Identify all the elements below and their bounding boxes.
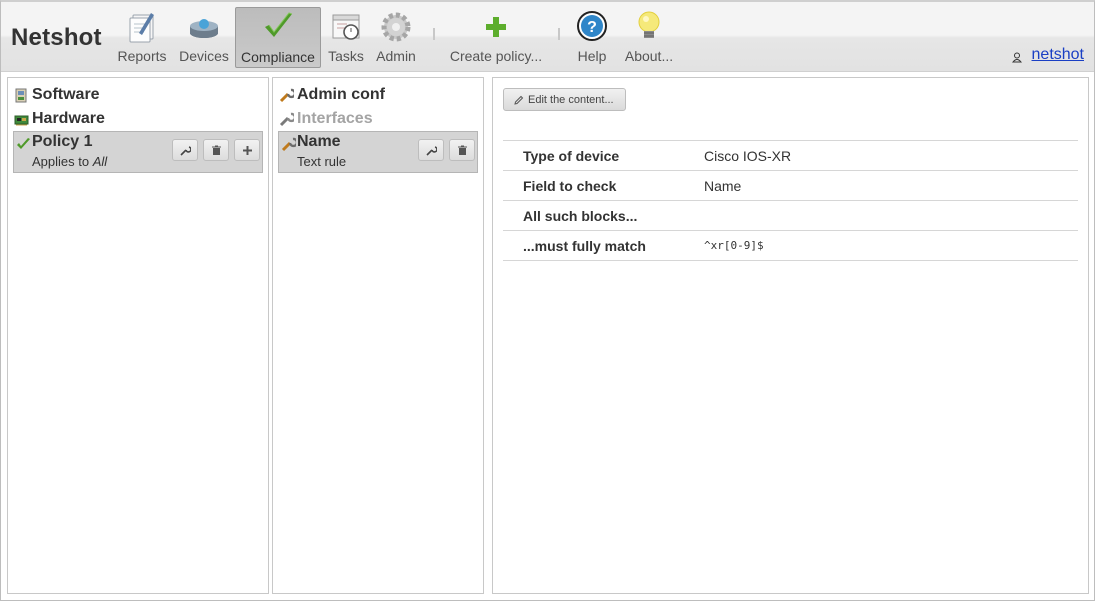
policy-item-hardware[interactable]: Hardware bbox=[8, 107, 268, 131]
rule-subtitle: Text rule bbox=[297, 154, 347, 169]
pencil-icon bbox=[514, 95, 524, 105]
app-title: Netshot bbox=[11, 24, 102, 51]
nav-tasks-label: Tasks bbox=[328, 48, 364, 64]
delete-rule-button[interactable] bbox=[449, 139, 475, 161]
svg-text:?: ? bbox=[587, 19, 597, 36]
nav-admin-label: Admin bbox=[376, 48, 416, 64]
nav-reports-label: Reports bbox=[117, 48, 167, 64]
detail-row-match: ...must fully match ^xr[0-9]$ bbox=[503, 231, 1078, 261]
help-icon: ? bbox=[575, 9, 609, 43]
plus-icon bbox=[242, 145, 252, 155]
detail-row-blocks: All such blocks... bbox=[503, 201, 1078, 231]
nav-help-label: Help bbox=[577, 48, 607, 64]
policy-applies: Applies to All bbox=[32, 154, 108, 169]
detail-table: Type of device Cisco IOS-XR Field to che… bbox=[503, 140, 1078, 261]
user-name[interactable]: netshot bbox=[1032, 46, 1084, 64]
nav-help[interactable]: ? Help bbox=[573, 7, 611, 68]
hardware-icon bbox=[14, 112, 29, 127]
detail-key: Type of device bbox=[523, 147, 620, 164]
check-icon bbox=[16, 137, 31, 152]
policy-applies-target: All bbox=[92, 154, 108, 169]
nav-devices-label: Devices bbox=[179, 48, 229, 64]
nav-admin[interactable]: Admin bbox=[373, 7, 419, 68]
rule-label: Interfaces bbox=[297, 110, 373, 127]
nav-about-label: About... bbox=[624, 48, 674, 64]
rule-item-interfaces[interactable]: Interfaces bbox=[273, 107, 483, 131]
user-icon bbox=[1011, 50, 1022, 62]
policy-label: Hardware bbox=[32, 110, 105, 127]
policy-label: Software bbox=[32, 86, 100, 103]
edit-content-button[interactable]: Edit the content... bbox=[503, 88, 626, 111]
wrench-icon bbox=[281, 137, 299, 152]
detail-key: All such blocks... bbox=[523, 207, 638, 224]
trash-icon bbox=[211, 145, 221, 155]
nav-compliance-label: Compliance bbox=[241, 49, 315, 65]
compliance-icon bbox=[261, 10, 295, 44]
detail-key: ...must fully match bbox=[523, 237, 646, 254]
wrench-icon bbox=[425, 145, 437, 156]
nav-about[interactable]: About... bbox=[623, 7, 675, 68]
create-policy-label: Create policy... bbox=[449, 48, 543, 64]
trash-icon bbox=[457, 145, 467, 155]
rule-item-admin-conf[interactable]: Admin conf bbox=[273, 83, 483, 107]
detail-row-field: Field to check Name bbox=[503, 171, 1078, 201]
detail-value: Name bbox=[704, 177, 742, 194]
nav-separator-2 bbox=[558, 28, 560, 40]
delete-policy-button[interactable] bbox=[203, 139, 229, 161]
rule-label: Name bbox=[297, 133, 341, 150]
wrench-icon bbox=[279, 88, 297, 103]
detail-value: ^xr[0-9]$ bbox=[704, 239, 764, 252]
software-icon bbox=[14, 88, 29, 103]
policy-label: Policy 1 bbox=[32, 133, 93, 150]
nav-devices[interactable]: Devices bbox=[177, 7, 231, 68]
lightbulb-icon bbox=[632, 9, 666, 43]
wrench-disabled-icon bbox=[279, 112, 297, 127]
app-window: Netshot Reports Devices Compliance Tasks… bbox=[0, 0, 1095, 601]
header-bar: Netshot Reports Devices Compliance Tasks… bbox=[1, 2, 1094, 72]
add-rule-button[interactable] bbox=[234, 139, 260, 161]
nav-reports[interactable]: Reports bbox=[113, 7, 171, 68]
policy-tree-panel: Software Hardware Policy 1 Applies to Al… bbox=[7, 77, 269, 594]
edit-policy-button[interactable] bbox=[172, 139, 198, 161]
detail-key: Field to check bbox=[523, 177, 617, 194]
rule-list-panel: Admin conf Interfaces Name Text rule bbox=[272, 77, 484, 594]
rule-detail-panel: Edit the content... Type of device Cisco… bbox=[492, 77, 1089, 594]
nav-tasks[interactable]: Tasks bbox=[324, 7, 368, 68]
detail-value: Cisco IOS-XR bbox=[704, 147, 792, 164]
create-policy-button[interactable]: Create policy... bbox=[447, 7, 545, 68]
detail-row-device-type: Type of device Cisco IOS-XR bbox=[503, 141, 1078, 171]
edit-rule-button[interactable] bbox=[418, 139, 444, 161]
policy-item-policy-1[interactable]: Policy 1 Applies to All bbox=[13, 131, 263, 173]
nav-separator bbox=[433, 28, 435, 40]
tasks-icon bbox=[329, 9, 363, 43]
edit-content-label: Edit the content... bbox=[528, 93, 614, 106]
user-link[interactable]: netshot bbox=[1011, 46, 1084, 64]
admin-icon bbox=[379, 9, 413, 43]
nav-compliance[interactable]: Compliance bbox=[235, 7, 321, 68]
devices-icon bbox=[187, 9, 221, 43]
rule-label: Admin conf bbox=[297, 86, 385, 103]
wrench-icon bbox=[179, 145, 191, 156]
policy-item-software[interactable]: Software bbox=[8, 83, 268, 107]
plus-icon bbox=[479, 9, 513, 43]
rule-item-name[interactable]: Name Text rule bbox=[278, 131, 478, 173]
reports-icon bbox=[125, 9, 159, 43]
